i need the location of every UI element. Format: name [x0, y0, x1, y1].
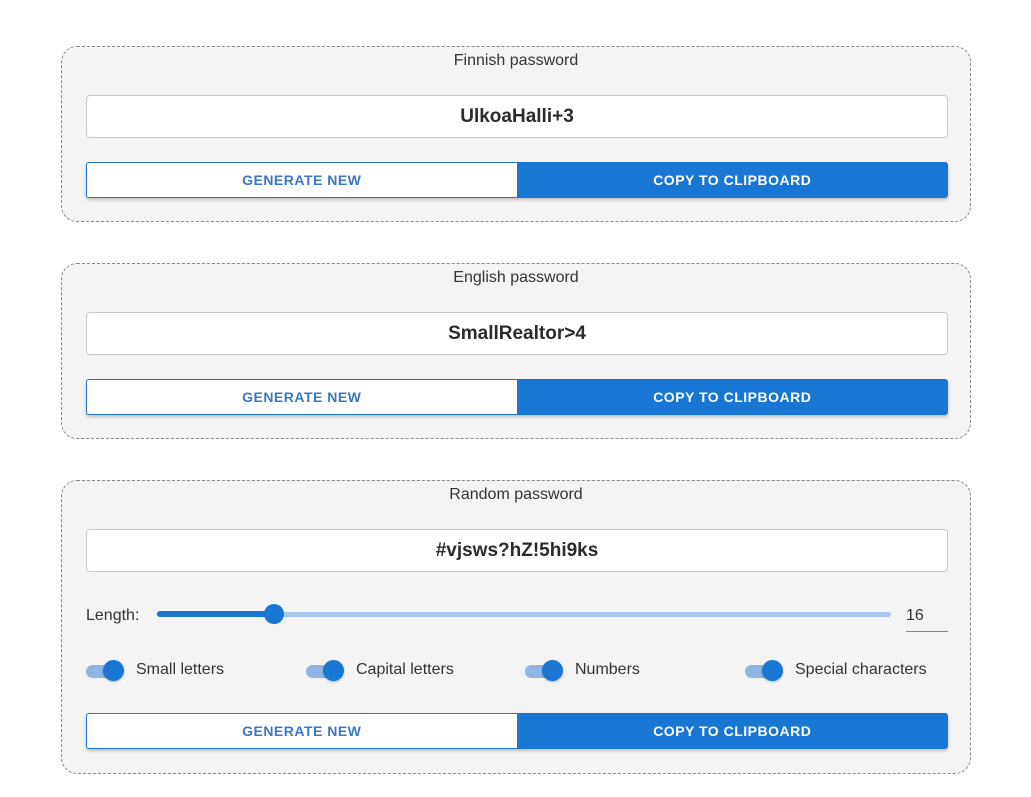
- switch-thumb: [103, 660, 124, 681]
- generate-new-button[interactable]: GENERATE NEW: [86, 162, 517, 198]
- switch-label: Special characters: [795, 661, 927, 678]
- copy-to-clipboard-button[interactable]: COPY TO CLIPBOARD: [516, 379, 948, 415]
- generate-new-button[interactable]: GENERATE NEW: [86, 379, 517, 415]
- copy-to-clipboard-button[interactable]: COPY TO CLIPBOARD: [516, 713, 948, 749]
- switch-label: Capital letters: [356, 661, 454, 678]
- switch-label: Numbers: [575, 661, 640, 678]
- length-input[interactable]: 16: [906, 607, 948, 632]
- numbers-option: Numbers: [525, 657, 640, 683]
- length-label: Length:: [86, 607, 140, 624]
- numbers-switch[interactable]: [525, 660, 567, 681]
- password-display[interactable]: UlkoaHalli+3: [86, 95, 948, 138]
- capital-letters-switch[interactable]: [306, 660, 348, 681]
- switch-label: Small letters: [136, 661, 225, 678]
- panel-title: Random password: [449, 486, 583, 503]
- english-password-panel: English password SmallRealtor>4 GENERATE…: [61, 263, 971, 439]
- switch-thumb: [762, 660, 783, 681]
- random-password-panel: Random password #vjsws?hZ!5hi9ks Length:…: [61, 480, 971, 774]
- switch-thumb: [542, 660, 563, 681]
- password-display[interactable]: #vjsws?hZ!5hi9ks: [86, 529, 948, 572]
- password-display[interactable]: SmallRealtor>4: [86, 312, 948, 355]
- finnish-password-panel: Finnish password UlkoaHalli+3 GENERATE N…: [61, 46, 971, 222]
- button-group: GENERATE NEW COPY TO CLIPBOARD: [86, 713, 948, 749]
- button-group: GENERATE NEW COPY TO CLIPBOARD: [86, 379, 948, 415]
- button-group: GENERATE NEW COPY TO CLIPBOARD: [86, 162, 948, 198]
- switch-thumb: [323, 660, 344, 681]
- panel-title: Finnish password: [453, 52, 579, 69]
- generate-new-button[interactable]: GENERATE NEW: [86, 713, 517, 749]
- special-characters-option: Special characters: [745, 657, 927, 683]
- small-letters-switch[interactable]: [86, 660, 128, 681]
- capital-letters-option: Capital letters: [306, 657, 454, 683]
- length-slider[interactable]: [157, 604, 891, 624]
- slider-thumb[interactable]: [264, 604, 285, 624]
- copy-to-clipboard-button[interactable]: COPY TO CLIPBOARD: [516, 162, 948, 198]
- special-characters-switch[interactable]: [745, 660, 787, 681]
- small-letters-option: Small letters: [86, 657, 224, 683]
- slider-track: [157, 611, 275, 617]
- panel-title: English password: [453, 269, 579, 286]
